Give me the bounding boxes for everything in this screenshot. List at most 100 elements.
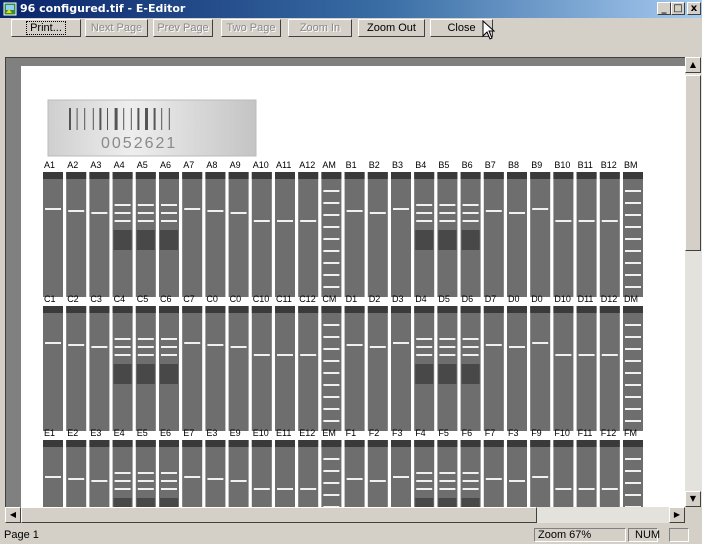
- gel-lane: [321, 440, 342, 507]
- gel-well: [344, 306, 365, 313]
- gel-well: [391, 440, 411, 447]
- gel-smear: [438, 498, 457, 507]
- gel-lane: [89, 306, 110, 431]
- gel-lane: [205, 440, 226, 507]
- horizontal-scrollbar[interactable]: ◀ ▶: [5, 507, 685, 523]
- scroll-down-button[interactable]: ▼: [685, 491, 701, 507]
- minimize-button[interactable]: _: [657, 2, 671, 15]
- lane-label: D11: [578, 294, 594, 304]
- gel-band: [323, 324, 340, 326]
- gel-band: [462, 212, 479, 214]
- gel-band: [323, 348, 340, 350]
- lane-label: CM: [322, 294, 336, 304]
- lane-label: B10: [554, 160, 570, 170]
- gel-well: [66, 172, 87, 179]
- gel-lane: [576, 306, 597, 431]
- gel-band: [114, 472, 131, 474]
- lane-label: E3: [206, 428, 217, 438]
- arrow-up-icon: ▲: [689, 60, 697, 69]
- gel-well: [623, 172, 643, 179]
- gel-lane: [43, 172, 63, 297]
- gel-lane: [576, 440, 597, 507]
- lane-label: F1: [346, 428, 357, 438]
- lane-label: D3: [392, 294, 404, 304]
- barcode-bar: [84, 108, 86, 130]
- gel-band: [137, 212, 154, 214]
- gel-band: [137, 472, 154, 474]
- gel-well: [576, 306, 597, 313]
- gel-lane: [553, 440, 574, 507]
- close-window-button[interactable]: x: [687, 2, 701, 15]
- lane-label: C5: [137, 294, 149, 304]
- gel-smear: [136, 230, 155, 250]
- prev-page-label: Prev Page: [157, 22, 209, 34]
- lane-label: B7: [485, 160, 496, 170]
- preview-workspace[interactable]: 0052621 A1 A2 A3 A4 A5 A6 A7 A8 A9 A10 A11 A12 AM B1 B…: [5, 57, 702, 507]
- lane-label: E7: [183, 428, 194, 438]
- gel-well: [460, 172, 481, 179]
- status-scrl: [669, 528, 689, 542]
- title-bar[interactable]: 96 configured.tif - E-Editor _ □ x: [0, 0, 702, 18]
- horizontal-scroll-thumb[interactable]: [21, 507, 537, 523]
- gel-lane: [43, 306, 63, 431]
- gel-band: [323, 238, 340, 240]
- two-page-button[interactable]: Two Page: [221, 19, 281, 37]
- gel-band: [416, 204, 433, 206]
- gel-well: [112, 440, 133, 447]
- gel-well: [507, 306, 527, 313]
- gel-band: [439, 338, 456, 340]
- lane-label: B12: [601, 160, 617, 170]
- scroll-left-button[interactable]: ◀: [5, 507, 21, 523]
- two-page-label: Two Page: [226, 22, 276, 34]
- gel-lane: [205, 306, 226, 431]
- gel-well: [460, 306, 481, 313]
- scroll-up-button[interactable]: ▲: [685, 57, 701, 73]
- zoom-out-button[interactable]: Zoom Out: [358, 19, 425, 37]
- prev-page-button[interactable]: Prev Page: [153, 19, 213, 37]
- lane-label: D1: [346, 294, 358, 304]
- arrow-left-icon: ◀: [9, 510, 17, 519]
- vertical-scroll-thumb[interactable]: [685, 75, 701, 251]
- gel-smear: [438, 364, 457, 384]
- print-button[interactable]: Print...: [11, 19, 81, 37]
- gel-band: [45, 208, 61, 210]
- scroll-right-button[interactable]: ▶: [669, 507, 685, 523]
- gel-well: [89, 306, 110, 313]
- barcode-bar: [114, 108, 118, 130]
- gel-well: [66, 306, 87, 313]
- gel-well: [344, 440, 365, 447]
- lane-label: B2: [369, 160, 380, 170]
- gel-band: [625, 274, 641, 276]
- gel-band: [45, 342, 61, 344]
- gel-lane: [298, 440, 319, 507]
- gel-smear: [136, 498, 155, 507]
- gel-band: [300, 354, 317, 356]
- gel-band: [462, 346, 479, 348]
- lane-label: C11: [276, 294, 292, 304]
- lane-label: A4: [114, 160, 125, 170]
- gel-band: [393, 208, 409, 210]
- gel-band: [462, 204, 479, 206]
- maximize-button[interactable]: □: [671, 2, 685, 15]
- gel-band: [323, 262, 340, 264]
- gel-well: [298, 172, 319, 179]
- gel-lane: [599, 306, 620, 431]
- barcode-bar: [107, 108, 108, 130]
- gel-band: [601, 220, 618, 222]
- gel-band: [532, 342, 549, 344]
- lane-label: A7: [183, 160, 194, 170]
- vertical-scrollbar[interactable]: ▲ ▼: [685, 57, 702, 507]
- lane-label: DM: [624, 294, 638, 304]
- lane-label: E11: [276, 428, 291, 438]
- lane-label: E6: [160, 428, 171, 438]
- gel-well: [298, 440, 319, 447]
- gel-band: [45, 476, 61, 478]
- zoom-in-button[interactable]: Zoom In: [288, 19, 352, 37]
- gel-band: [439, 204, 456, 206]
- gel-well: [576, 440, 597, 447]
- gel-band: [625, 420, 641, 422]
- next-page-button[interactable]: Next Page: [85, 19, 148, 37]
- gel-well: [553, 172, 574, 179]
- gel-band: [161, 220, 177, 222]
- gel-band: [207, 344, 224, 346]
